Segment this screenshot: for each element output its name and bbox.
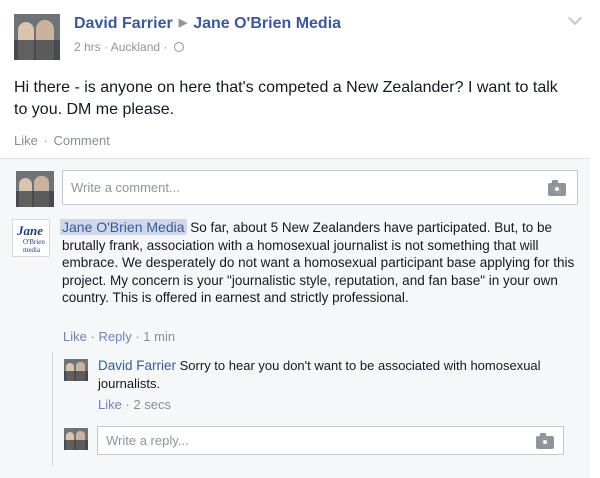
facebook-post: David Farrier ▶ Jane O'Brien Media 2 hrs ·… [0, 0, 600, 478]
meta-separator: · [163, 40, 168, 54]
action-separator: · [135, 329, 140, 344]
camera-icon[interactable] [548, 180, 566, 196]
page-logo-subtext: O'Brien media [23, 238, 45, 254]
comment-reply-link[interactable]: Reply [98, 329, 131, 344]
comment-input[interactable] [63, 171, 577, 204]
viewer-reply-avatar [64, 428, 88, 450]
viewer-avatar [16, 171, 54, 207]
author-avatar[interactable] [14, 14, 60, 60]
post-text: Hi there - is anyone on here that's comp… [14, 79, 558, 118]
camera-icon[interactable] [536, 433, 554, 449]
comment-input-box [62, 170, 578, 205]
page-logo-text: Jane [17, 223, 43, 238]
reply-thread-line [52, 352, 53, 466]
reply-input[interactable] [98, 427, 563, 454]
like-link[interactable]: Like [14, 133, 38, 148]
post-header: David Farrier ▶ Jane O'Brien Media [74, 15, 341, 33]
reply-actions: Like · 2 secs [98, 397, 171, 412]
post-time[interactable]: 2 hrs [74, 40, 101, 54]
post-target-link[interactable]: Jane O'Brien Media [193, 15, 341, 32]
reply-author-avatar[interactable] [64, 359, 88, 381]
comment-actions: Like · Reply · 1 min [63, 329, 175, 344]
arrow-right-icon: ▶ [178, 17, 188, 29]
meta-separator: · [104, 40, 109, 54]
reply-like-link[interactable]: Like [98, 397, 122, 412]
reply: David Farrier Sorry to hear you don't wa… [98, 357, 568, 392]
comment-time[interactable]: 1 min [143, 329, 175, 344]
action-separator: · [43, 133, 48, 148]
post-location[interactable]: Auckland [111, 40, 160, 54]
comment: Jane O'Brien Media So far, about 5 New Z… [60, 219, 582, 307]
post-meta: 2 hrs · Auckland · [74, 40, 184, 54]
page-avatar[interactable]: Jane O'Brien media [12, 219, 50, 257]
reply-author-link[interactable]: David Farrier [98, 358, 176, 373]
post-actions: Like · Comment [14, 133, 110, 148]
comment-author-link[interactable]: Jane O'Brien Media [60, 219, 187, 235]
chevron-down-icon[interactable] [568, 12, 582, 26]
action-separator: · [90, 329, 95, 344]
reply-input-box [97, 426, 564, 455]
comment-link[interactable]: Comment [53, 133, 109, 148]
comment-like-link[interactable]: Like [63, 329, 87, 344]
globe-icon[interactable] [173, 42, 184, 52]
post-author-link[interactable]: David Farrier [74, 15, 173, 32]
action-separator: · [125, 397, 130, 412]
reply-time[interactable]: 2 secs [133, 397, 171, 412]
